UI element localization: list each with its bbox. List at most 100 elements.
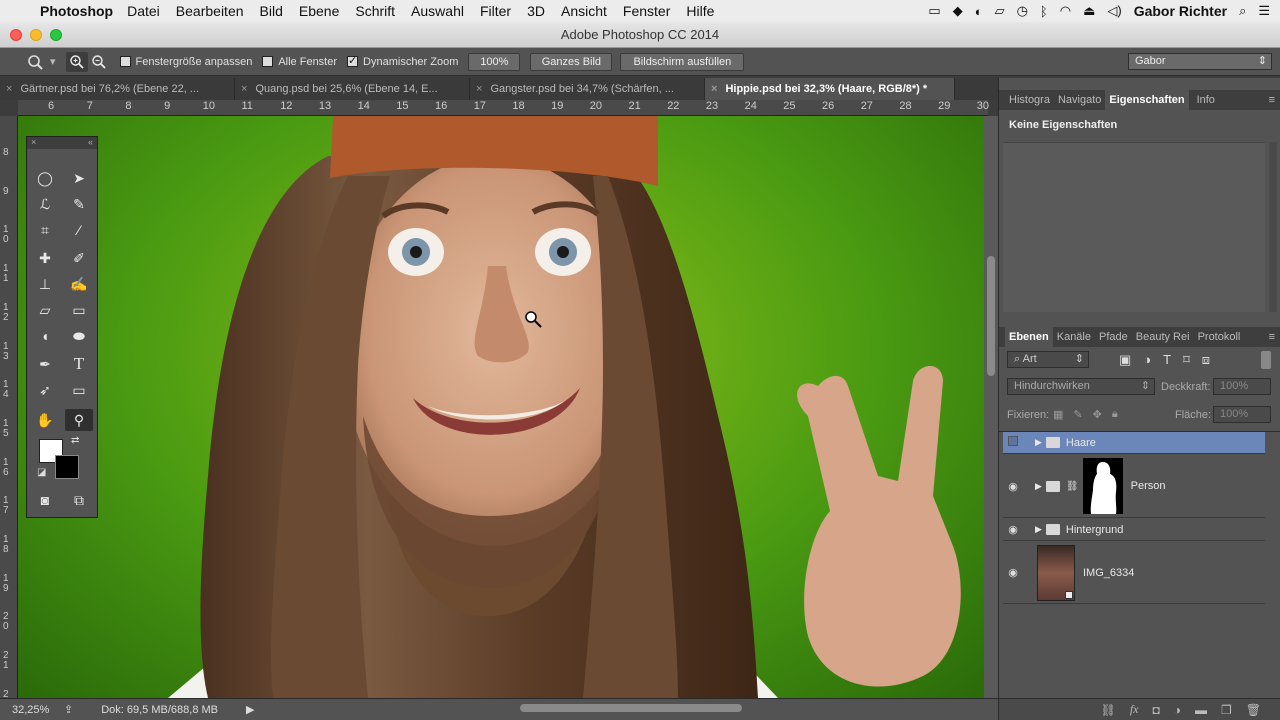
eraser-tool-icon[interactable]: ▱ [31, 299, 59, 321]
user-name[interactable]: Gabor Richter [1134, 3, 1227, 19]
menu-bild[interactable]: Bild [260, 3, 283, 19]
pen-tool-icon[interactable]: ✒ [31, 353, 59, 375]
eject-icon[interactable]: ⏏ [1083, 3, 1095, 19]
close-panel-icon[interactable]: × [31, 137, 36, 147]
link-layers-icon[interactable]: ⛓ [1101, 703, 1116, 717]
layer-row-hintergrund[interactable]: ◉ ▶ Hintergrund [1003, 519, 1265, 541]
layer-thumbnail[interactable] [1037, 544, 1075, 601]
scroll-thumb[interactable] [987, 256, 995, 376]
close-window-icon[interactable] [10, 29, 22, 41]
chevron-down-icon[interactable]: ▾ [50, 55, 56, 68]
adjustment-filter-icon[interactable]: ◑ [1143, 352, 1151, 368]
panel-menu-icon[interactable]: ≡ [1269, 94, 1275, 106]
tab-history[interactable]: Protokoll [1194, 327, 1245, 347]
history-brush-tool-icon[interactable]: ✍ [65, 273, 93, 295]
path-selection-tool-icon[interactable]: ➶ [31, 379, 59, 401]
clone-stamp-tool-icon[interactable]: ⊥ [31, 273, 59, 295]
filter-toggle[interactable] [1261, 351, 1271, 369]
minimize-window-icon[interactable] [30, 29, 42, 41]
tab-properties[interactable]: Eigenschaften [1105, 90, 1189, 110]
tab-channels[interactable]: Kanäle [1053, 327, 1095, 347]
fit-screen-button[interactable]: Ganzes Bild [530, 52, 613, 71]
new-group-icon[interactable]: ▬ [1195, 703, 1207, 717]
quick-mask-icon[interactable]: ◙ [31, 489, 59, 511]
healing-brush-tool-icon[interactable]: ✚ [31, 247, 59, 269]
status-menu-arrow-icon[interactable]: ▶ [246, 703, 254, 716]
sync-icon[interactable]: ◐ [975, 4, 983, 19]
layer-style-icon[interactable]: fx [1130, 702, 1139, 717]
eye-icon[interactable]: ◉ [1003, 566, 1023, 579]
menu-ebene[interactable]: Ebene [299, 3, 339, 19]
layer-row-img6334[interactable]: ◉ IMG_6334 [1003, 542, 1265, 604]
new-layer-icon[interactable]: ❐ [1221, 703, 1232, 717]
workspace-select[interactable]: Gabor ⇕ [1128, 53, 1272, 70]
layer-row-person[interactable]: ◉ ▶ ⛓ Person [1003, 455, 1265, 518]
tools-panel-header[interactable]: × « [27, 137, 97, 149]
menu-fenster[interactable]: Fenster [623, 3, 670, 19]
layer-name[interactable]: IMG_6334 [1083, 567, 1134, 579]
time-machine-icon[interactable]: ◷ [1017, 3, 1028, 19]
zoom-out-icon[interactable] [88, 52, 110, 72]
blend-mode-select[interactable]: Hindurchwirken ⇕ [1007, 378, 1155, 395]
tab-paths[interactable]: Pfade [1095, 327, 1132, 347]
layer-row-haare[interactable]: ▶ Haare [1003, 432, 1265, 454]
vertical-scrollbar[interactable] [984, 116, 998, 698]
move-tool-icon[interactable]: ➤ [65, 167, 93, 189]
zoom-tool-icon[interactable]: ⚲ [65, 409, 93, 431]
gradient-tool-icon[interactable]: ▭ [65, 299, 93, 321]
lasso-tool-icon[interactable]: ℒ [31, 193, 59, 215]
close-tab-icon[interactable]: × [241, 83, 247, 95]
dynamic-zoom-checkbox[interactable]: Dynamischer Zoom [347, 54, 458, 68]
zoom-window-icon[interactable] [50, 29, 62, 41]
notification-icon[interactable]: ☰ [1258, 3, 1270, 19]
quick-selection-tool-icon[interactable]: ✎ [65, 193, 93, 215]
eye-icon[interactable]: ◉ [1003, 523, 1023, 536]
layer-filter-select[interactable]: ⌕ Art ⇕ [1007, 351, 1089, 368]
layer-name[interactable]: Person [1131, 480, 1166, 492]
bluetooth-icon[interactable]: ᛒ [1040, 4, 1048, 19]
menu-app[interactable]: Photoshop [40, 3, 113, 19]
layer-mask-thumbnail[interactable] [1082, 458, 1123, 514]
crop-tool-icon[interactable]: ⌗ [31, 219, 59, 241]
menu-filter[interactable]: Filter [480, 3, 511, 19]
tab-histogram[interactable]: Histogra [1005, 90, 1054, 110]
fill-screen-button[interactable]: Bildschirm ausfüllen [620, 52, 745, 71]
tab-gangster[interactable]: × Gangster.psd bei 34,7% (Schärfen, ... [470, 78, 705, 100]
lock-all-icon[interactable]: 🔒︎ [1112, 408, 1118, 421]
share-icon[interactable]: ⇪ [64, 703, 73, 716]
close-tab-icon[interactable]: × [6, 83, 12, 95]
horizontal-scrollbar[interactable] [520, 704, 742, 712]
tab-navigator[interactable]: Navigato [1054, 90, 1105, 110]
expand-arrow-icon[interactable]: ▶ [1035, 524, 1042, 535]
all-windows-checkbox[interactable]: Alle Fenster [262, 56, 337, 68]
zoom-100-button[interactable]: 100% [468, 52, 521, 71]
pixel-filter-icon[interactable]: ▣ [1119, 352, 1131, 368]
menu-3d[interactable]: 3D [527, 3, 545, 19]
elliptical-marquee-tool-icon[interactable]: ◯ [31, 167, 59, 189]
wifi-icon[interactable]: ◠ [1060, 3, 1071, 19]
swap-colors-icon[interactable]: ⇄ [71, 435, 79, 446]
opacity-field[interactable]: 100% [1213, 378, 1271, 395]
tab-quang[interactable]: × Quang.psd bei 25,6% (Ebene 14, E... [235, 78, 470, 100]
panel-menu-icon[interactable]: ≡ [1269, 331, 1275, 343]
tab-gaertner[interactable]: × Gärtner.psd bei 76,2% (Ebene 22, ... [0, 78, 235, 100]
fill-field[interactable]: 100% [1213, 406, 1271, 423]
type-filter-icon[interactable]: T [1163, 352, 1171, 368]
link-icon[interactable]: ⛓ [1066, 481, 1079, 492]
horizontal-ruler[interactable]: 6 7 8 9 10 11 12 13 14 15 16 17 18 19 20 21 22 23 24 25 26 27… [18, 100, 989, 116]
zoom-in-icon[interactable] [65, 51, 88, 72]
blur-tool-icon[interactable]: ◖ [31, 325, 59, 347]
tab-layers[interactable]: Ebenen [1005, 327, 1053, 347]
menu-schrift[interactable]: Schrift [355, 3, 395, 19]
layer-name[interactable]: Hintergrund [1066, 524, 1123, 536]
visibility-off-icon[interactable] [1003, 436, 1023, 449]
screen-mode-icon[interactable]: ⧉ [65, 489, 93, 511]
zoom-level[interactable]: 32,25% [12, 704, 52, 716]
spotlight-icon[interactable]: ⌕ [1239, 3, 1246, 19]
tab-beauty[interactable]: Beauty Rei [1132, 327, 1194, 347]
menu-hilfe[interactable]: Hilfe [686, 3, 714, 19]
menu-datei[interactable]: Datei [127, 3, 160, 19]
eyedropper-tool-icon[interactable]: ⁄ [65, 219, 93, 241]
menu-auswahl[interactable]: Auswahl [411, 3, 464, 19]
close-tab-icon[interactable]: × [476, 83, 482, 95]
